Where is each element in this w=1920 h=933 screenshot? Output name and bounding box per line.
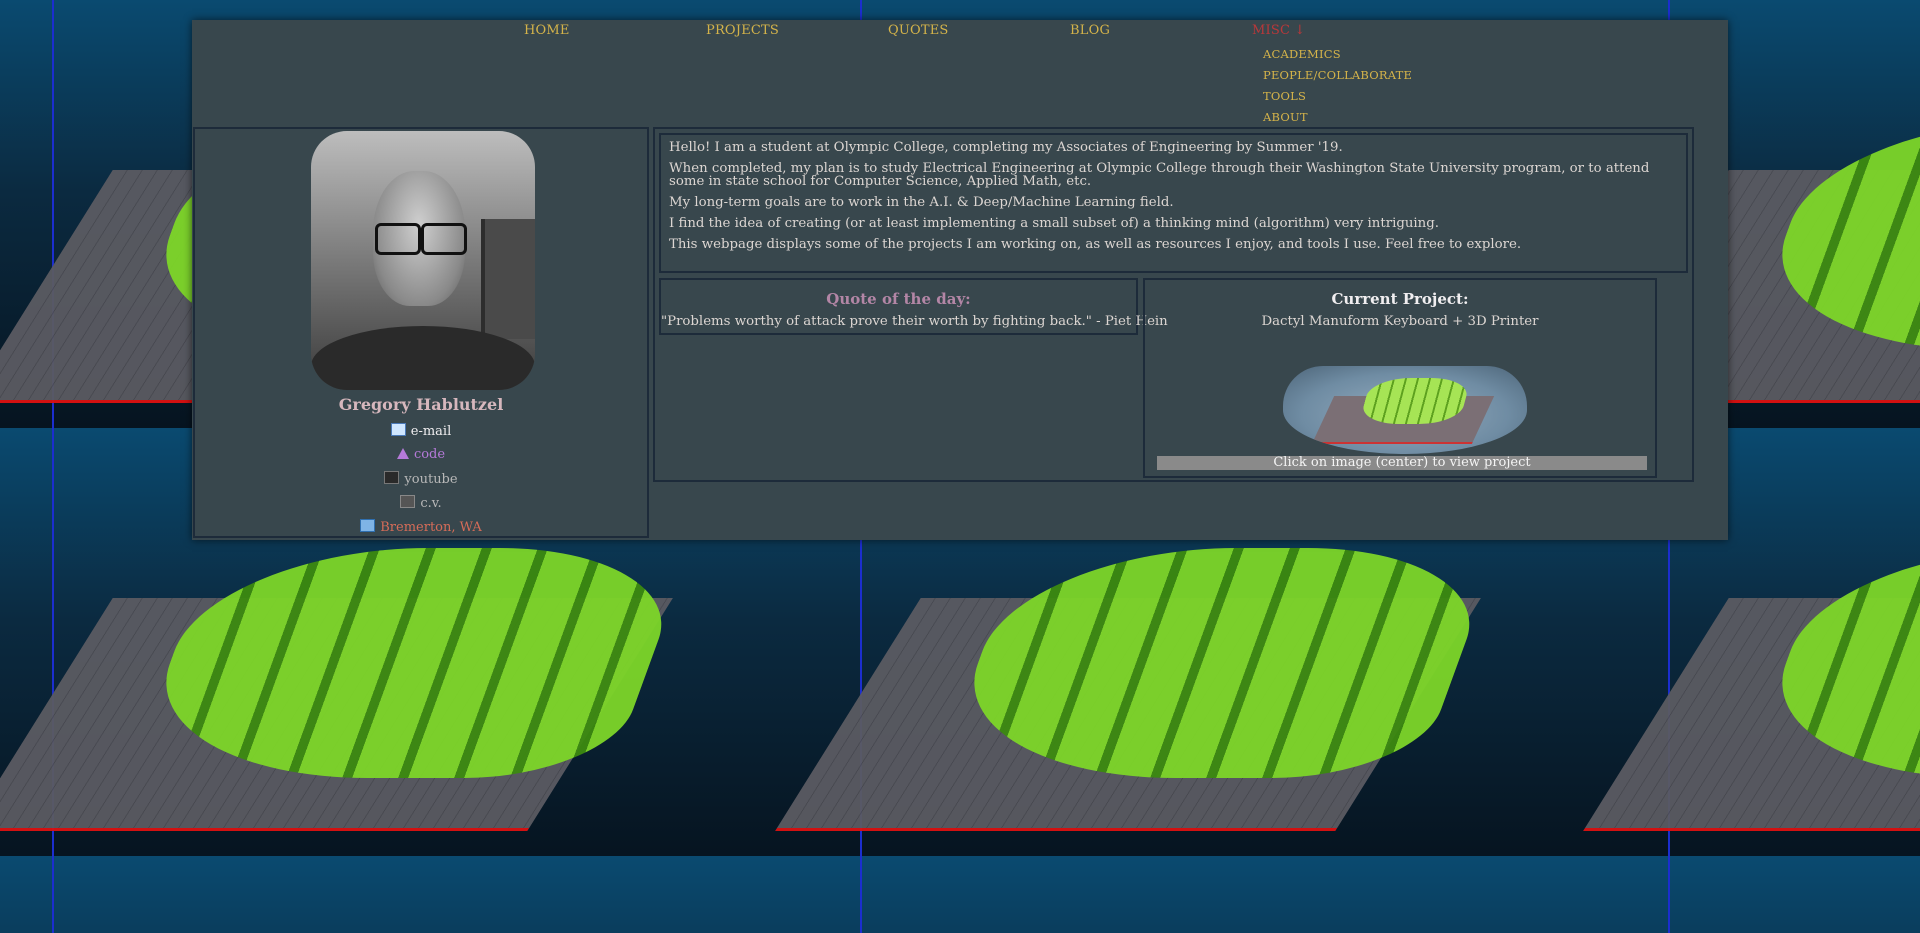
email-link[interactable]: e-mail [195,423,647,439]
bg-keyboard-model [1744,120,1920,350]
nav-blog[interactable]: BLOG [1070,23,1110,38]
quote-title: Quote of the day: [826,290,971,308]
nav-home[interactable]: HOME [524,23,570,38]
bg-build-plate [0,598,673,831]
intro-paragraph: When completed, my plan is to study Elec… [669,161,1650,189]
nav-quotes[interactable]: QUOTES [888,23,949,38]
bg-build-plate [775,598,1481,831]
view-project-caption[interactable]: Click on image (center) to view project [1157,456,1647,470]
cv-label[interactable]: c.v. [420,496,441,511]
project-name: Dactyl Manuform Keyboard + 3D Printer [1261,314,1539,329]
profile-photo [311,131,535,390]
code-label[interactable]: code [414,447,445,462]
location-link[interactable]: Bremerton, WA [195,519,647,535]
bg-keyboard-model [936,548,1500,778]
youtube-link[interactable]: youtube [195,471,647,487]
profile-name: Gregory Hablutzel [338,395,504,414]
code-icon [396,448,409,459]
intro-paragraph: I find the idea of creating (or at least… [669,216,1439,231]
main-panel: HOME PROJECTS QUOTES BLOG MISC ↓ ACADEMI… [192,20,1728,540]
cv-icon [400,495,416,508]
bg-keyboard-model [128,548,692,778]
cv-link[interactable]: c.v. [195,495,647,511]
quote-box: Quote of the day: "Problems worthy of at… [659,278,1168,335]
youtube-label[interactable]: youtube [404,472,457,487]
email-label[interactable]: e-mail [411,424,451,439]
submenu-academics[interactable]: ACADEMICS [1263,44,1412,65]
intro-paragraph: Hello! I am a student at Olympic College… [669,140,1343,155]
project-thumbnail[interactable] [1283,366,1527,454]
profile-card: Gregory Hablutzel e-mail code youtube c.… [193,127,649,538]
intro-paragraph: This webpage displays some of the projec… [669,237,1522,252]
top-nav: HOME PROJECTS QUOTES BLOG MISC ↓ ACADEMI… [192,20,1728,130]
location-label[interactable]: Bremerton, WA [380,520,482,535]
code-link[interactable]: code [195,447,647,462]
photo-glasses [373,223,467,255]
submenu-about[interactable]: ABOUT [1263,107,1412,128]
current-project-box: Current Project: Dactyl Manuform Keyboar… [1143,278,1657,478]
nav-misc[interactable]: MISC ↓ [1252,23,1306,38]
content-area: Hello! I am a student at Olympic College… [653,127,1694,482]
submenu-tools[interactable]: TOOLS [1263,86,1412,107]
photo-door [481,219,535,339]
bg-build-plate [1583,598,1920,831]
intro-box: Hello! I am a student at Olympic College… [659,133,1688,273]
map-icon [360,519,376,532]
submenu-people[interactable]: PEOPLE/COLLABORATE [1263,65,1412,86]
youtube-icon [384,471,400,484]
mail-icon [390,423,406,436]
nav-projects[interactable]: PROJECTS [706,23,779,38]
misc-dropdown: ACADEMICS PEOPLE/COLLABORATE TOOLS ABOUT [1263,44,1412,128]
quote-text: "Problems worthy of attack prove their w… [661,314,1168,329]
project-title: Current Project: [1331,290,1469,308]
bg-keyboard-model [1744,548,1920,778]
intro-paragraph: My long-term goals are to work in the A.… [669,195,1174,210]
